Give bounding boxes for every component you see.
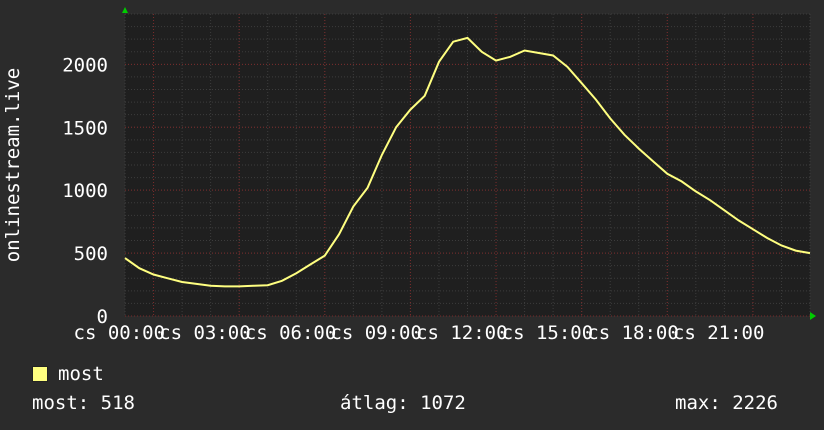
x-axis: cs 00:00cs 03:00cs 06:00cs 09:00cs 12:00…: [74, 322, 765, 344]
y-axis-arrow: [122, 7, 128, 13]
y-tick-label: 2000: [62, 54, 108, 76]
legend: most: [32, 362, 104, 386]
x-axis-arrow: [810, 312, 816, 320]
x-tick-label: cs 03:00: [159, 322, 251, 344]
y-tick-label: 500: [74, 243, 108, 265]
y-tick-label: 1500: [62, 117, 108, 139]
legend-swatch: [32, 366, 48, 382]
y-tick-label: 1000: [62, 180, 108, 202]
y-axis-label: onlinestream.live: [2, 68, 24, 262]
stat-maximum: max: 2226: [675, 392, 778, 414]
x-tick-label: cs 09:00: [330, 322, 422, 344]
x-tick-label: cs 21:00: [673, 322, 765, 344]
x-tick-label: cs 15:00: [502, 322, 594, 344]
x-tick-label: cs 18:00: [587, 322, 679, 344]
legend-label: most: [58, 363, 104, 385]
x-tick-label: cs 06:00: [245, 322, 337, 344]
line-chart: 0500100015002000 cs 00:00cs 03:00cs 06:0…: [2, 7, 816, 344]
stat-average: átlag: 1072: [340, 392, 466, 414]
y-axis: 0500100015002000: [62, 54, 108, 328]
x-tick-label: cs 00:00: [74, 322, 166, 344]
stat-current: most: 518: [32, 392, 135, 414]
x-tick-label: cs 12:00: [416, 322, 508, 344]
